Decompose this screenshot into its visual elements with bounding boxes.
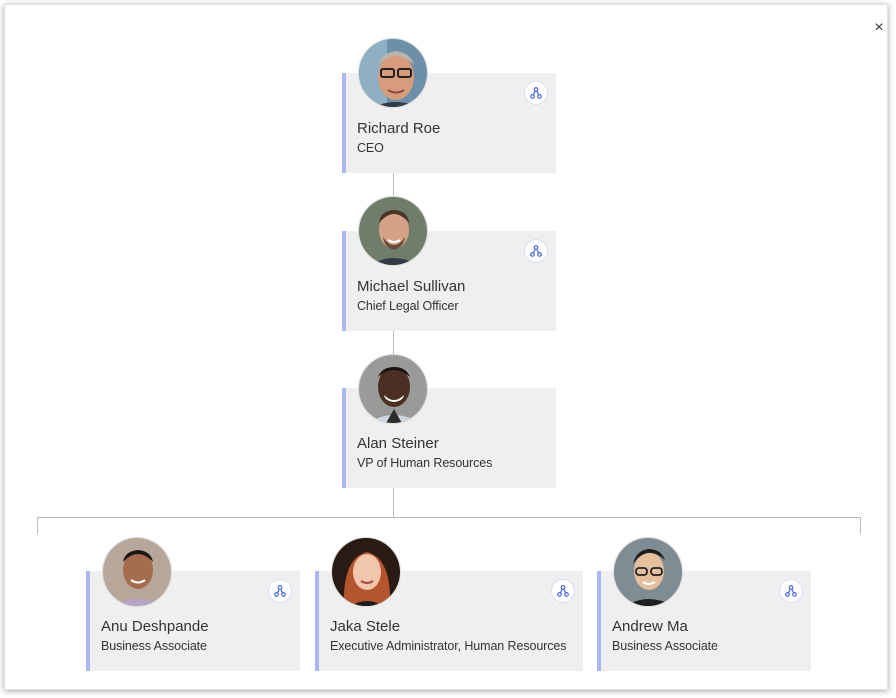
org-branch-icon[interactable] [524,81,548,105]
connector-left-drop [37,517,38,534]
avatar [358,38,428,108]
employee-name: Richard Roe [357,120,441,137]
avatar [358,354,428,424]
avatar [358,196,428,266]
org-branch-icon[interactable] [268,579,292,603]
org-branch-icon[interactable] [779,579,803,603]
employee-name: Alan Steiner [357,435,439,452]
connector-horizontal [37,517,861,518]
employee-name: Andrew Ma [612,618,688,635]
employee-name: Jaka Stele [330,618,401,635]
employee-name: Anu Deshpande [101,618,209,635]
avatar [613,537,683,607]
avatar [102,537,172,607]
connector-right-drop [860,517,861,534]
connector-vp-down [393,487,394,517]
employee-title: Business Associate [101,639,207,653]
org-branch-icon[interactable] [524,239,548,263]
employee-title: Chief Legal Officer [357,299,459,313]
employee-title: CEO [357,141,384,155]
employee-title: Business Associate [612,639,718,653]
employee-title: VP of Human Resources [357,456,493,470]
close-icon[interactable]: × [871,19,887,37]
org-branch-icon[interactable] [551,579,575,603]
avatar [331,537,401,607]
employee-title: Executive Administrator, Human Resources [330,639,567,653]
employee-name: Michael Sullivan [357,278,466,295]
